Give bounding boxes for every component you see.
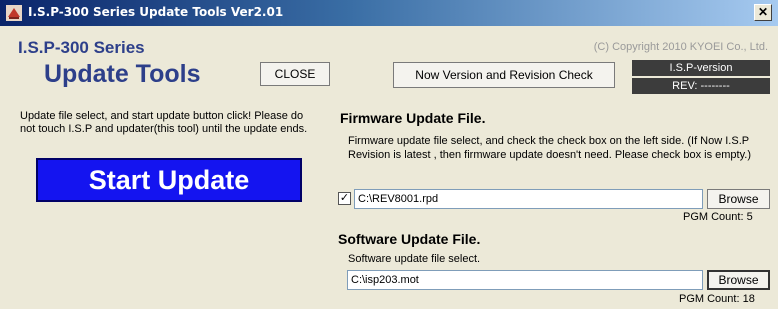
page-title: Update Tools — [44, 60, 201, 88]
update-notice: Update file select, and start update but… — [20, 110, 308, 135]
start-update-button[interactable]: Start Update — [36, 158, 302, 202]
copyright-text: (C) Copyright 2010 KYOEI Co., Ltd. — [593, 41, 768, 53]
version-display: I.S.P-version REV: -------- — [632, 60, 770, 94]
firmware-path-field[interactable]: C:\REV8001.rpd — [354, 189, 703, 209]
software-browse-button[interactable]: Browse — [707, 270, 770, 290]
software-description: Software update file select. — [348, 253, 481, 265]
window-title: I.S.P-300 Series Update Tools Ver2.01 — [28, 5, 284, 19]
close-button[interactable]: CLOSE — [260, 62, 330, 86]
app-icon — [6, 5, 22, 21]
firmware-section-title: Firmware Update File. — [340, 110, 486, 126]
check-icon: ✓ — [339, 192, 350, 204]
isp-version-label: I.S.P-version — [632, 60, 770, 76]
window-close-icon[interactable]: ✕ — [754, 4, 772, 21]
version-check-button[interactable]: Now Version and Revision Check — [393, 62, 615, 88]
software-pgm-count: PGM Count: 18 — [679, 293, 755, 305]
software-path-field[interactable]: C:\isp203.mot — [347, 270, 703, 290]
firmware-description: Firmware update file select, and check t… — [348, 135, 751, 161]
firmware-browse-button[interactable]: Browse — [707, 189, 770, 209]
firmware-checkbox[interactable]: ✓ — [338, 192, 351, 205]
firmware-pgm-count: PGM Count: 5 — [683, 211, 753, 223]
rev-label: REV: -------- — [632, 78, 770, 94]
series-title: I.S.P-300 Series — [18, 38, 145, 57]
title-bar: I.S.P-300 Series Update Tools Ver2.01 ✕ — [0, 0, 778, 26]
software-section-title: Software Update File. — [338, 231, 481, 247]
